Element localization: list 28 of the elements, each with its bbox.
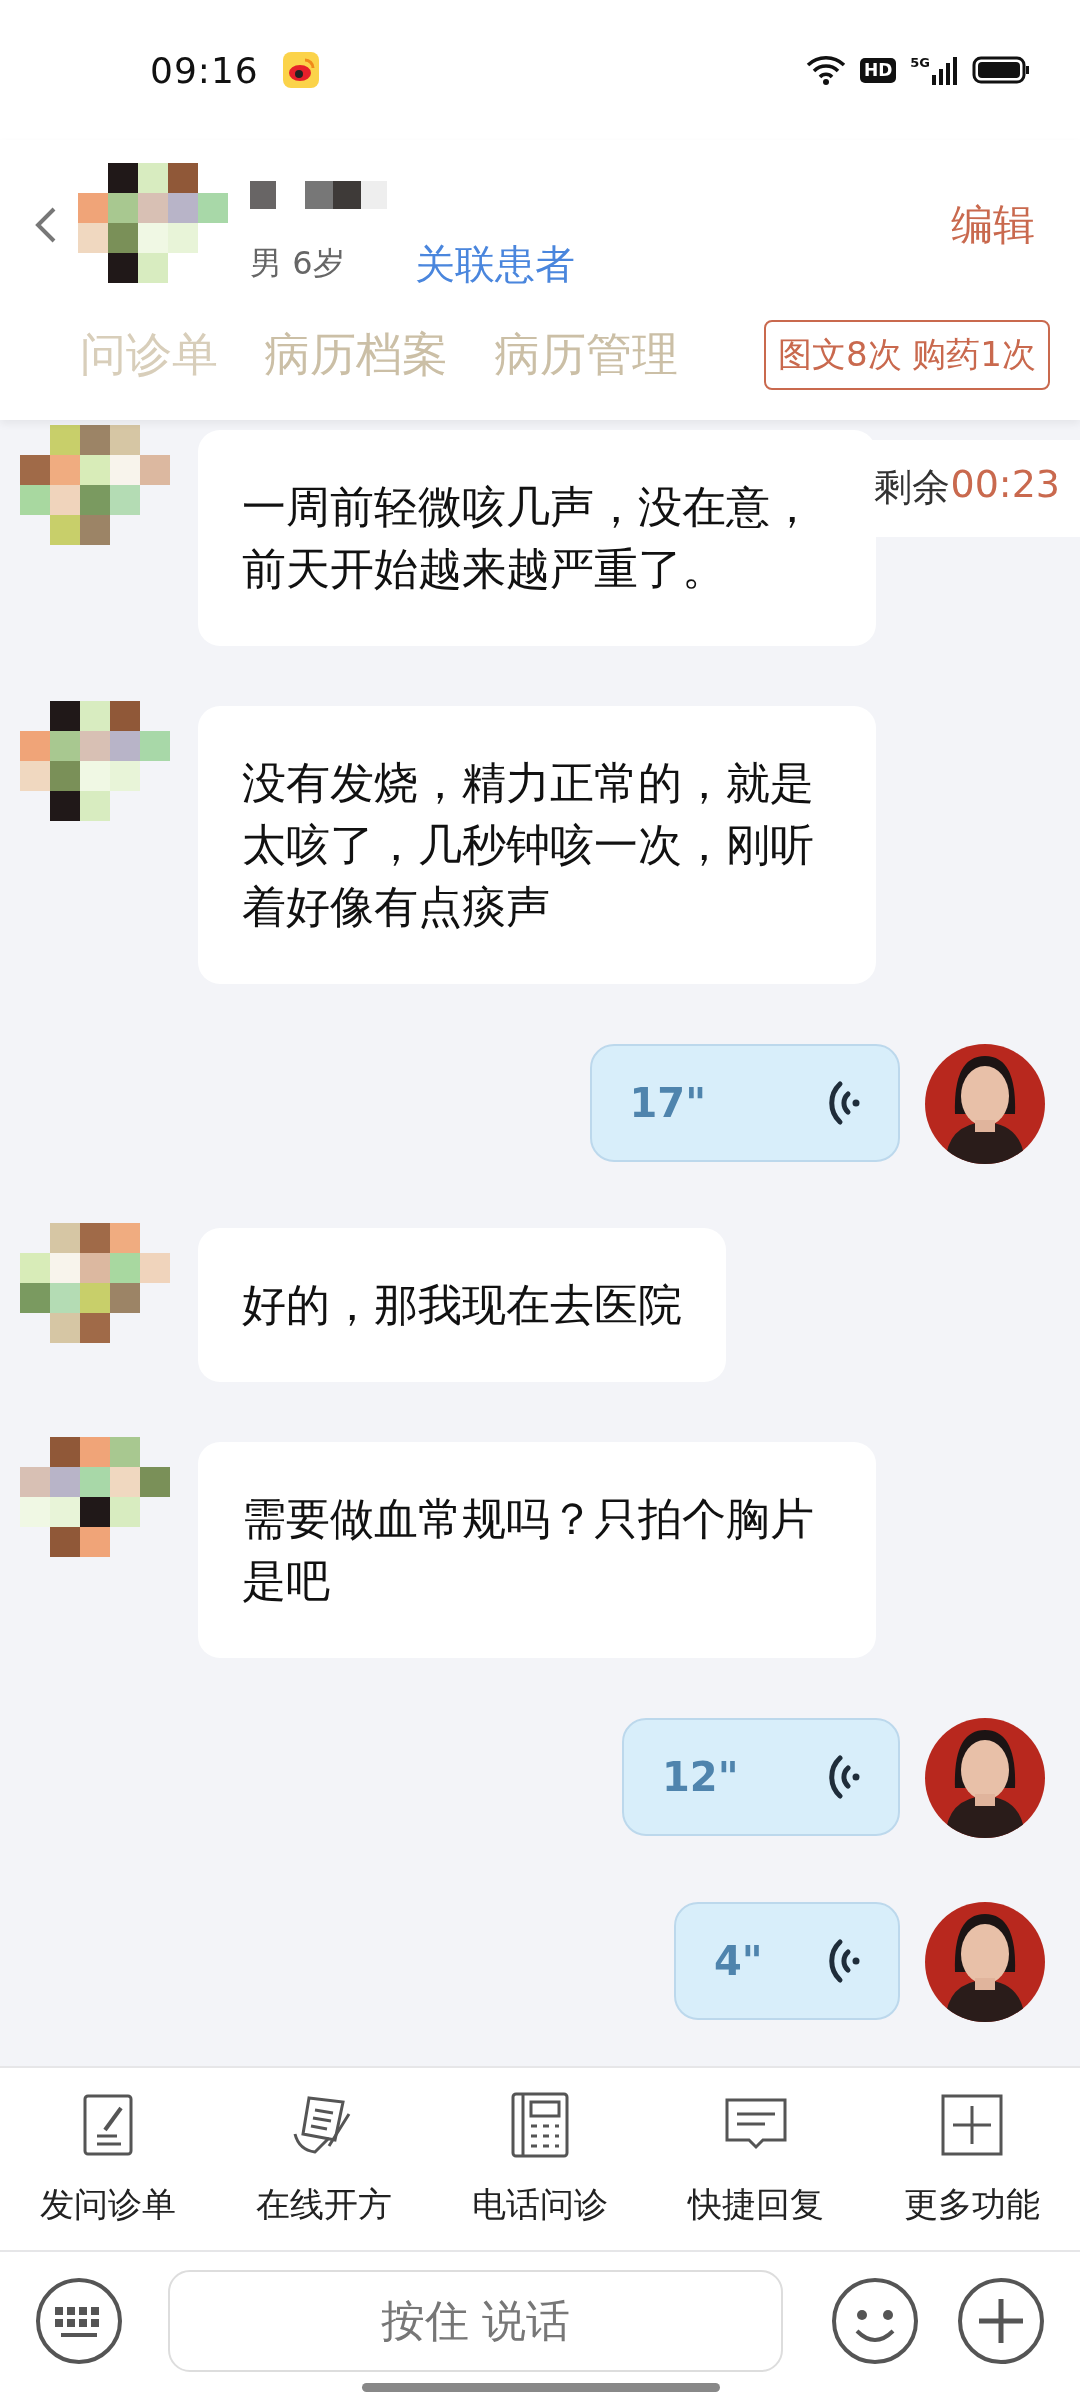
emoji-icon[interactable] [831, 2277, 919, 2365]
toolbar-button[interactable]: 快捷回复 [648, 2068, 864, 2250]
toolbar-button[interactable]: 更多功能 [864, 2068, 1080, 2250]
toolbar-button[interactable]: 发问诊单 [0, 2068, 216, 2250]
edit-link[interactable]: 编辑 [951, 197, 1035, 253]
gender-age-text: 男 6岁 [250, 243, 345, 284]
app-notification-icon [282, 52, 319, 88]
toolbar-button[interactable]: 电话问诊 [432, 2068, 648, 2250]
wifi-icon [805, 54, 846, 86]
message-bubble: 好的，那我现在去医院 [198, 1228, 726, 1382]
message-bubble: 一周前轻微咳几声，没在意，前天开始越来越严重了。 [198, 430, 876, 646]
sound-wave-icon [826, 1078, 860, 1128]
clock-time: 09:16 [150, 49, 259, 91]
sound-wave-icon [826, 1936, 860, 1986]
sound-wave-icon [826, 1752, 860, 1802]
toolbar-button[interactable]: 在线开方 [216, 2068, 432, 2250]
hd-icon: HD [859, 57, 897, 83]
voice-message[interactable]: 17" [589, 1044, 900, 1162]
usage-count-badge: 图文8次 购药1次 [763, 320, 1050, 390]
hold-to-talk-button[interactable]: 按住 说话 [168, 2270, 783, 2372]
message-bubble: 没有发烧，精力正常的，就是太咳了，几秒钟咳一次，刚听着好像有点痰声 [198, 706, 876, 984]
link-patient-link[interactable]: 关联患者 [414, 236, 575, 292]
message-bubble: 需要做血常规吗？只拍个胸片是吧 [198, 1442, 876, 1658]
keyboard-icon[interactable] [35, 2277, 123, 2365]
voice-message[interactable]: 12" [622, 1718, 900, 1836]
battery-icon [972, 56, 1030, 84]
voice-message[interactable]: 4" [674, 1902, 900, 2020]
add-icon[interactable] [957, 2277, 1045, 2365]
